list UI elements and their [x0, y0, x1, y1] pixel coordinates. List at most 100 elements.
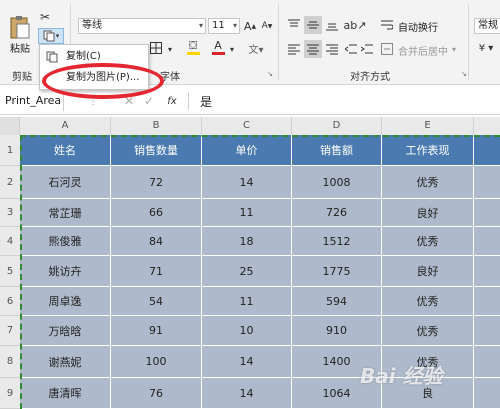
borders-icon[interactable]	[148, 40, 164, 56]
table-cell[interactable]: 优秀	[382, 166, 474, 199]
table-cell[interactable]: 良好	[382, 256, 474, 287]
table-cell[interactable]: 594	[292, 287, 382, 316]
table-cell[interactable]: 万晗晗	[20, 316, 111, 346]
table-cell[interactable]: 姚访卉	[20, 256, 111, 287]
table-cell[interactable]	[474, 316, 500, 346]
formula-input[interactable]: 是	[200, 93, 212, 110]
paste-icon[interactable]	[6, 14, 34, 40]
table-cell[interactable]	[474, 346, 500, 378]
currency-icon[interactable]: ¥ ▾	[476, 40, 496, 56]
table-header-cell[interactable]: 姓名	[20, 135, 111, 166]
table-cell[interactable]	[474, 166, 500, 199]
increase-indent-icon[interactable]	[360, 40, 374, 58]
table-cell[interactable]: 1512	[292, 227, 382, 256]
table-cell[interactable]: 1775	[292, 256, 382, 287]
align-center-icon[interactable]	[304, 40, 322, 58]
enter-icon[interactable]: ✓	[142, 93, 156, 109]
name-box[interactable]: Print_Area	[2, 93, 64, 111]
column-header-b[interactable]: B	[111, 117, 202, 135]
table-cell[interactable]: 谢燕妮	[20, 346, 111, 378]
align-right-icon[interactable]	[323, 40, 341, 58]
table-cell[interactable]: 66	[111, 199, 202, 227]
table-header-cell[interactable]: 单价	[202, 135, 292, 166]
table-cell[interactable]: 91	[111, 316, 202, 346]
table-cell[interactable]: 72	[111, 166, 202, 199]
select-all-corner[interactable]	[0, 117, 20, 135]
table-header-cell[interactable]: 销售数量	[111, 135, 202, 166]
font-size-select[interactable]: 11 ▾	[208, 18, 240, 34]
paste-button-label[interactable]: 粘贴	[10, 40, 30, 55]
table-cell[interactable]: 14	[202, 346, 292, 378]
copy-button[interactable]: ▾	[38, 28, 64, 44]
table-cell[interactable]	[474, 378, 500, 409]
orientation-icon[interactable]: ab↗	[344, 16, 367, 34]
table-header-cell[interactable]	[474, 135, 500, 166]
number-format-select[interactable]: 常规	[474, 18, 500, 34]
wrap-text-icon[interactable]	[380, 16, 394, 34]
table-cell[interactable]: 优秀	[382, 227, 474, 256]
phonetic-icon[interactable]: 文▾	[246, 40, 266, 56]
row-header-8[interactable]: 8	[0, 346, 20, 378]
table-cell[interactable]: 唐清晖	[20, 378, 111, 409]
table-cell[interactable]	[474, 227, 500, 256]
table-cell[interactable]	[474, 199, 500, 227]
align-top-icon[interactable]	[285, 16, 303, 34]
table-cell[interactable]: 周卓逸	[20, 287, 111, 316]
row-header-4[interactable]: 4	[0, 227, 20, 256]
table-header-cell[interactable]: 工作表现	[382, 135, 474, 166]
row-header-3[interactable]: 3	[0, 199, 20, 227]
align-left-icon[interactable]	[285, 40, 303, 58]
table-cell[interactable]: 84	[111, 227, 202, 256]
table-cell[interactable]	[474, 287, 500, 316]
wrap-text-button[interactable]: 自动换行	[398, 19, 438, 34]
column-header-e[interactable]: E	[382, 117, 474, 135]
dialog-launcher-icon[interactable]: ↘	[460, 70, 468, 78]
table-cell[interactable]: 25	[202, 256, 292, 287]
decrease-indent-icon[interactable]	[344, 40, 358, 58]
table-cell[interactable]: 熊俊雅	[20, 227, 111, 256]
table-cell[interactable]: 18	[202, 227, 292, 256]
column-header-a[interactable]: A	[20, 117, 111, 135]
table-cell[interactable]: 71	[111, 256, 202, 287]
column-header-c[interactable]: C	[202, 117, 292, 135]
merge-center-button[interactable]: 合并后居中	[398, 43, 448, 58]
decrease-font-icon[interactable]: A ▼	[260, 18, 274, 34]
align-bottom-icon[interactable]	[323, 16, 341, 34]
table-header-cell[interactable]: 销售额	[292, 135, 382, 166]
chevron-down-icon[interactable]: ▾	[450, 42, 458, 56]
increase-font-icon[interactable]: A ▲	[243, 18, 257, 34]
table-cell[interactable]: 76	[111, 378, 202, 409]
table-cell[interactable]: 54	[111, 287, 202, 316]
table-cell[interactable]: 1008	[292, 166, 382, 199]
insert-function-button[interactable]: fx	[164, 93, 180, 109]
row-header-1[interactable]: 1	[0, 135, 20, 166]
column-header-f[interactable]	[474, 117, 500, 135]
cut-icon[interactable]: ✂	[38, 10, 52, 24]
table-cell[interactable]	[474, 256, 500, 287]
row-header-7[interactable]: 7	[0, 316, 20, 346]
table-cell[interactable]: 石河灵	[20, 166, 111, 199]
table-cell[interactable]: 10	[202, 316, 292, 346]
table-cell[interactable]: 优秀	[382, 287, 474, 316]
table-cell[interactable]: 14	[202, 378, 292, 409]
table-cell[interactable]: 常芷珊	[20, 199, 111, 227]
row-header-5[interactable]: 5	[0, 256, 20, 287]
font-name-select[interactable]: 等线 ▾	[78, 18, 206, 34]
chevron-down-icon[interactable]: ▾	[166, 42, 174, 56]
merge-center-icon[interactable]	[380, 40, 394, 58]
font-color-button[interactable]: A	[210, 38, 226, 56]
fill-color-button[interactable]: ⛋	[184, 38, 202, 56]
column-header-d[interactable]: D	[292, 117, 382, 135]
table-cell[interactable]: 726	[292, 199, 382, 227]
table-cell[interactable]: 100	[111, 346, 202, 378]
table-cell[interactable]: 14	[202, 166, 292, 199]
table-cell[interactable]: 优秀	[382, 316, 474, 346]
chevron-down-icon[interactable]: ▾	[228, 42, 236, 56]
row-header-6[interactable]: 6	[0, 287, 20, 316]
table-cell[interactable]: 良好	[382, 199, 474, 227]
row-header-9[interactable]: 9	[0, 378, 20, 409]
table-cell[interactable]: 910	[292, 316, 382, 346]
align-middle-icon[interactable]	[304, 16, 322, 34]
row-header-2[interactable]: 2	[0, 166, 20, 199]
table-cell[interactable]: 11	[202, 199, 292, 227]
